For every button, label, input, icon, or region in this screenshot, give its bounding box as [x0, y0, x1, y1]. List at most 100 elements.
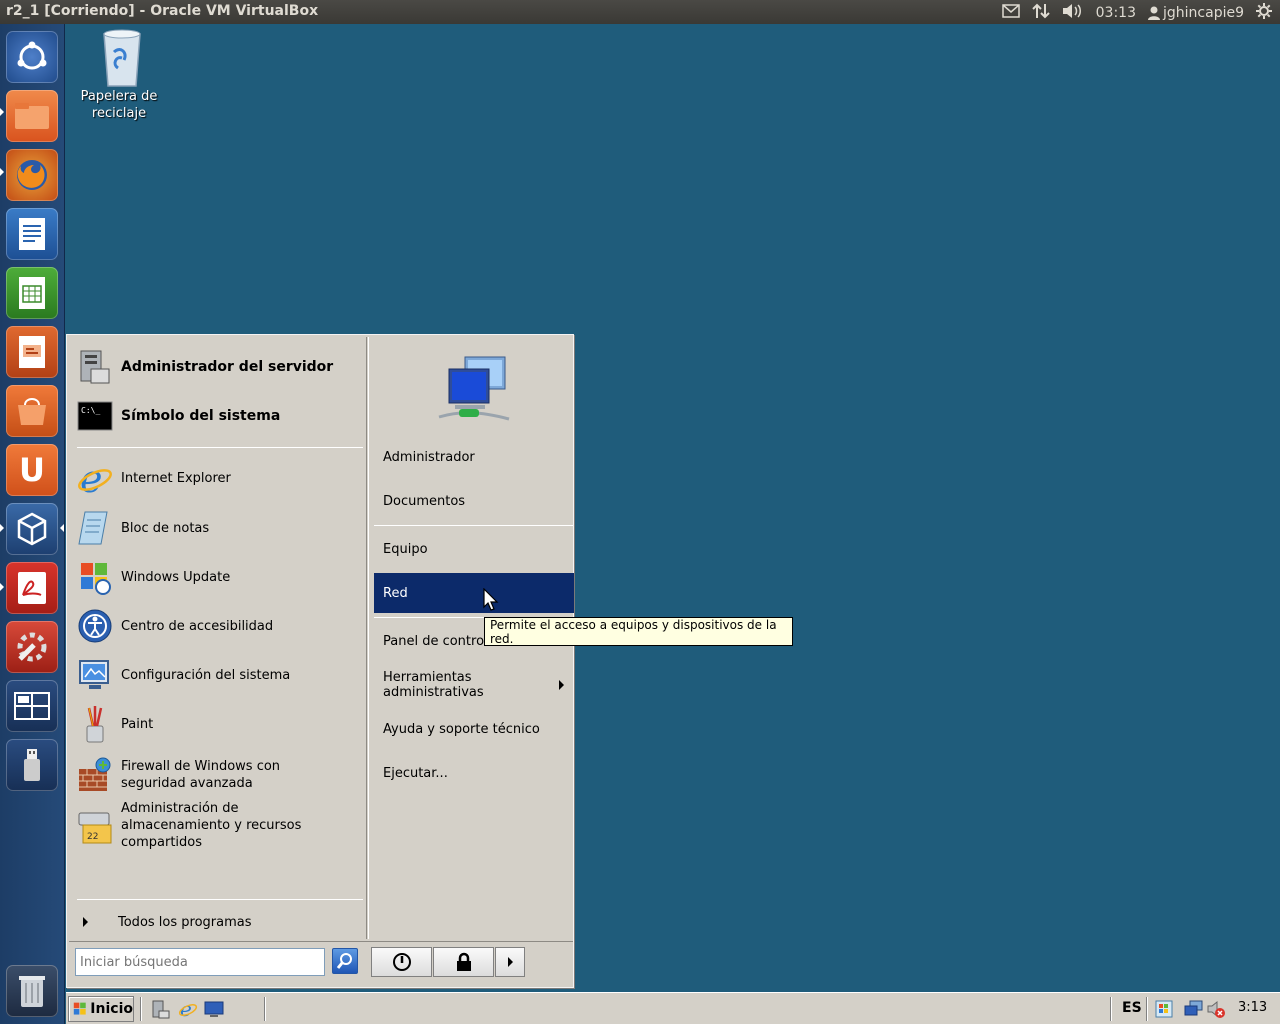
user-name: jghincapie9	[1163, 5, 1244, 21]
desktop-recycle-bin[interactable]: Papelera de reciclaje	[78, 28, 160, 122]
place-administrator[interactable]: Administrador	[374, 437, 574, 477]
menu-item-server-manager[interactable]: Administrador del servidor	[77, 343, 361, 391]
all-programs-button[interactable]: Todos los programas	[77, 907, 361, 937]
place-label: Panel de control	[383, 633, 488, 649]
power-options-arrow-button[interactable]	[495, 947, 525, 977]
system-settings-wrench-icon[interactable]	[6, 621, 58, 673]
menu-item-label: Firewall de Windows con seguridad avanza…	[121, 759, 281, 791]
place-run[interactable]: Ejecutar...	[374, 753, 574, 793]
tray-volume-muted-icon[interactable]	[1206, 999, 1226, 1019]
workspace-switcher-icon[interactable]	[6, 680, 58, 732]
network-tooltip: Permite el acceso a equipos y dispositiv…	[484, 617, 793, 646]
menu-item-label: Bloc de notas	[121, 520, 210, 536]
menu-separator	[77, 899, 363, 900]
place-computer[interactable]: Equipo	[374, 529, 574, 569]
paint-icon	[77, 704, 113, 744]
volume-icon[interactable]	[1062, 3, 1084, 23]
show-desktop-quicklaunch-icon[interactable]	[204, 999, 224, 1019]
all-programs-label: Todos los programas	[118, 914, 252, 930]
menu-item-label: Paint	[121, 716, 154, 732]
menu-item-accessibility-center[interactable]: Centro de accesibilidad	[77, 603, 361, 649]
menu-item-label: Administración de almacenamiento y recur…	[121, 800, 302, 850]
launcher-running-indicator	[0, 524, 4, 532]
place-label: Ejecutar...	[383, 765, 448, 781]
search-icon	[336, 953, 352, 969]
gear-icon[interactable]	[1256, 3, 1272, 23]
menu-item-label: Centro de accesibilidad	[121, 618, 274, 634]
impress-presentation-icon[interactable]	[6, 326, 58, 378]
calc-spreadsheet-icon[interactable]	[6, 267, 58, 319]
pdf-reader-icon[interactable]	[6, 562, 58, 614]
place-admin-tools[interactable]: Herramientas administrativas	[374, 665, 574, 705]
firefox-icon[interactable]	[6, 149, 58, 201]
taskbar-clock[interactable]: 3:13	[1238, 1000, 1267, 1015]
internet-explorer-quicklaunch-icon[interactable]: e	[178, 997, 198, 1021]
taskbar-separator	[1146, 997, 1148, 1021]
taskbar-separator	[140, 997, 142, 1021]
menu-separator	[77, 447, 363, 448]
start-button[interactable]: Inicio	[68, 996, 134, 1022]
tray-network-icon[interactable]	[1184, 999, 1204, 1019]
windows-taskbar: Inicio e ES 3:13	[66, 992, 1280, 1024]
menu-item-label: Configuración del sistema	[121, 667, 291, 683]
language-indicator[interactable]: ES	[1122, 1000, 1142, 1016]
trash-icon[interactable]	[6, 965, 58, 1017]
start-button-label: Inicio	[90, 1001, 133, 1017]
svg-text:C:\_: C:\_	[81, 406, 100, 415]
writer-document-icon[interactable]	[6, 208, 58, 260]
start-search-input[interactable]	[75, 948, 325, 976]
column-divider	[366, 337, 367, 939]
unity-launcher: U	[0, 24, 65, 1024]
menu-item-command-prompt[interactable]: C:\_ Símbolo del sistema	[77, 393, 361, 439]
shutdown-button[interactable]	[371, 947, 432, 977]
user-picture-network-icon	[435, 353, 515, 427]
place-label: Ayuda y soporte técnico	[383, 721, 540, 737]
mail-icon[interactable]	[1001, 4, 1020, 22]
launcher-running-indicator	[0, 168, 4, 176]
files-folder-icon[interactable]	[6, 90, 58, 142]
place-documents[interactable]: Documentos	[374, 481, 574, 521]
svg-text:22: 22	[87, 832, 98, 842]
dash-home-icon[interactable]	[6, 31, 58, 83]
panel-clock[interactable]: 03:13	[1096, 5, 1136, 21]
place-label: Equipo	[383, 541, 428, 557]
search-button[interactable]	[332, 948, 358, 974]
firewall-icon	[77, 755, 113, 795]
menu-item-label: Símbolo del sistema	[121, 408, 281, 424]
menu-separator	[374, 525, 573, 526]
recycle-bin-icon	[100, 28, 141, 87]
tray-update-icon[interactable]	[1154, 999, 1174, 1019]
recycle-bin-label: Papelera de reciclaje	[80, 89, 158, 121]
virtualbox-icon[interactable]	[6, 503, 58, 555]
ubuntu-one-icon[interactable]: U	[6, 444, 58, 496]
menu-item-internet-explorer[interactable]: e Internet Explorer	[77, 455, 361, 501]
lock-button[interactable]	[433, 947, 494, 977]
menu-item-windows-update[interactable]: Windows Update	[77, 554, 361, 600]
windows-logo-icon	[73, 1002, 86, 1015]
window-title: r2_1 [Corriendo] - Oracle VM VirtualBox	[6, 3, 319, 19]
system-configuration-icon	[77, 655, 113, 695]
launcher-running-indicator	[0, 108, 4, 116]
place-label: Red	[383, 585, 408, 601]
place-network[interactable]: Red	[374, 573, 574, 613]
place-label: Documentos	[383, 493, 466, 509]
start-menu: Administrador del servidor C:\_ Símbolo …	[66, 334, 574, 988]
server-manager-quicklaunch-icon[interactable]	[150, 999, 170, 1019]
taskbar-separator	[264, 997, 266, 1021]
place-help-support[interactable]: Ayuda y soporte técnico	[374, 709, 574, 749]
menu-item-windows-firewall[interactable]: Firewall de Windows con seguridad avanza…	[77, 750, 361, 800]
menu-item-paint[interactable]: Paint	[77, 701, 361, 747]
menu-item-system-configuration[interactable]: Configuración del sistema	[77, 652, 361, 698]
usb-drive-icon[interactable]	[6, 739, 58, 791]
menu-item-storage-management[interactable]: 22 Administración de almacenamiento y re…	[77, 800, 361, 850]
menu-item-label: Windows Update	[121, 569, 231, 585]
taskbar-separator	[1110, 997, 1112, 1021]
menu-item-notepad[interactable]: Bloc de notas	[77, 505, 361, 551]
menu-item-label: Internet Explorer	[121, 470, 231, 486]
user-menu[interactable]: jghincapie9	[1148, 5, 1244, 21]
chevron-right-icon	[559, 680, 564, 690]
command-prompt-icon: C:\_	[77, 396, 113, 436]
network-arrows-icon[interactable]	[1031, 3, 1050, 23]
software-center-bag-icon[interactable]	[6, 385, 58, 437]
panel-tray: 03:13 jghincapie9	[1001, 3, 1272, 23]
